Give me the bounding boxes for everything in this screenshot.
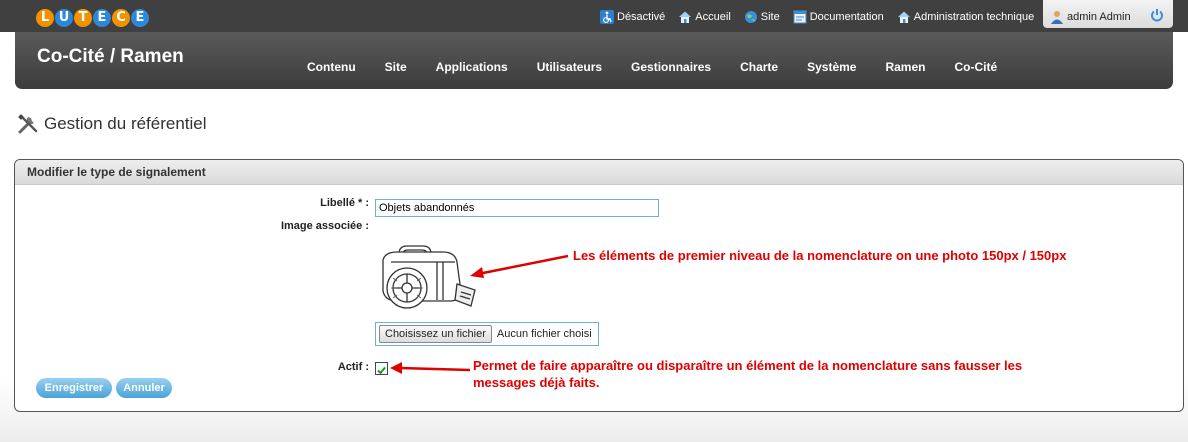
menu-item-cocite[interactable]: Co-Cité xyxy=(954,60,997,74)
libelle-label: Libellé * : xyxy=(320,197,369,209)
home-label: Accueil xyxy=(695,11,731,23)
tools-icon xyxy=(18,114,38,134)
page-title: Gestion du référentiel xyxy=(17,113,207,135)
save-button[interactable]: Enregistrer xyxy=(36,378,112,398)
user-box: admin Admin xyxy=(1043,0,1173,28)
logo-letter: E xyxy=(131,9,149,27)
main-menu: Contenu Site Applications Utilisateurs G… xyxy=(307,60,1026,74)
home-icon xyxy=(897,11,910,23)
admin-tech-label: Administration technique xyxy=(913,11,1035,23)
site-title[interactable]: Co-Cité / Ramen xyxy=(37,46,184,68)
libelle-input[interactable] xyxy=(375,199,659,217)
annotation-image-note: Les éléments de premier niveau de la nom… xyxy=(573,248,1067,263)
image-label: Image associée : xyxy=(280,220,369,232)
accessibility-icon xyxy=(600,10,614,24)
accessibility-link[interactable]: Désactivé xyxy=(600,10,665,24)
user-icon xyxy=(1051,11,1063,24)
admin-tech-link[interactable]: Administration technique xyxy=(897,10,1034,24)
menu-item-systeme[interactable]: Système xyxy=(807,60,856,74)
logo-letter: U xyxy=(55,9,73,27)
lutece-logo[interactable]: L U T E C E xyxy=(36,9,149,27)
file-status-text: Aucun fichier choisi xyxy=(496,328,592,340)
menu-item-applications[interactable]: Applications xyxy=(436,60,508,74)
menu-item-charte[interactable]: Charte xyxy=(740,60,778,74)
top-links: Désactivé Accueil Site Documentation Adm… xyxy=(600,10,1047,24)
panel-title: Modifier le type de signalement xyxy=(15,160,1183,185)
home-icon xyxy=(679,11,692,23)
user-name: admin Admin xyxy=(1067,11,1131,23)
annotation-actif-note-line2: messages déjà faits. xyxy=(473,375,600,390)
choose-file-button[interactable]: Choisissez un fichier xyxy=(379,325,492,343)
user-menu[interactable]: admin Admin xyxy=(1050,10,1131,24)
menu-item-ramen[interactable]: Ramen xyxy=(885,60,925,74)
page-title-text: Gestion du référentiel xyxy=(44,114,207,133)
annotation-arrow-image xyxy=(470,254,569,278)
logo-letter: C xyxy=(112,9,130,27)
logo-letter: L xyxy=(36,9,54,27)
image-file-input[interactable]: Choisissez un fichier Aucun fichier choi… xyxy=(375,322,599,346)
documentation-link[interactable]: Documentation xyxy=(793,10,884,24)
menu-item-contenu[interactable]: Contenu xyxy=(307,60,356,74)
annotation-arrow-actif xyxy=(390,362,471,374)
top-bar: L U T E C E Désactivé Accueil Site Docum… xyxy=(0,0,1188,32)
annotation-actif-note-line1: Permet de faire apparaître ou disparaîtr… xyxy=(473,358,1023,373)
main-nav-bar: Co-Cité / Ramen Contenu Site Application… xyxy=(15,32,1173,89)
logo-letter: T xyxy=(74,9,92,27)
documentation-icon xyxy=(793,10,807,24)
home-link[interactable]: Accueil xyxy=(678,10,731,24)
logo-letter: E xyxy=(93,9,111,27)
cancel-button[interactable]: Annuler xyxy=(116,378,172,398)
documentation-label: Documentation xyxy=(809,11,884,23)
accessibility-label: Désactivé xyxy=(617,11,666,23)
site-link[interactable]: Site xyxy=(744,10,780,24)
power-icon[interactable] xyxy=(1150,8,1164,22)
site-label: Site xyxy=(760,11,780,23)
annotation-actif-note: Permet de faire apparaître ou disparaîtr… xyxy=(473,357,1163,391)
actif-label: Actif : xyxy=(337,361,369,373)
globe-icon xyxy=(744,11,757,23)
menu-item-utilisateurs[interactable]: Utilisateurs xyxy=(537,60,602,74)
menu-item-gestionnaires[interactable]: Gestionnaires xyxy=(631,60,711,74)
menu-item-site[interactable]: Site xyxy=(385,60,407,74)
